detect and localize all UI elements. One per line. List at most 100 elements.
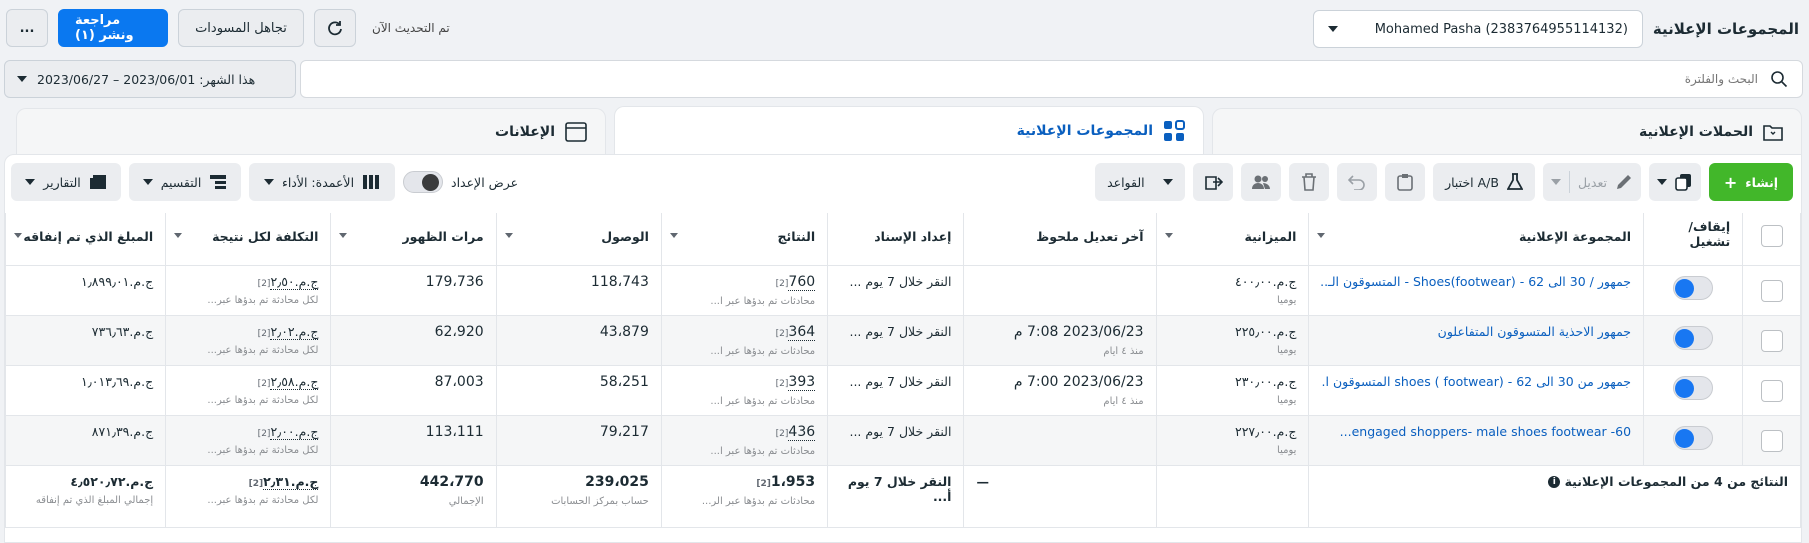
ad-set-toggle[interactable] [1673,325,1714,350]
cost-per-result-value[interactable]: ج.م.٢٫٠٠ [270,423,319,440]
date-range-picker[interactable]: هذا الشهر: 2023/06/01 – 2023/06/27 [4,60,296,98]
attribution-cell: النقر خلال 7 يوم ... [827,315,965,366]
cost-per-result-cell: ج.م.٢٫٥٨[2] لكل محادثة تم بدؤها عبر... [165,365,332,416]
audience-button[interactable] [1241,163,1282,201]
ad-sets-table: إيقاف/تشغيل المجموعة الإعلانية الميزانية… [4,213,1801,528]
row-toggle-cell [1643,315,1744,366]
delete-button[interactable] [1289,163,1330,201]
row-checkbox[interactable] [1760,329,1783,352]
ad-set-name-link[interactable]: جمهور / 30 الى 62 - Shoes(footwear) - ال… [1321,274,1631,289]
tab-campaigns[interactable]: الحملات الإعلانية [1212,108,1802,154]
header-results[interactable]: النتائج [660,213,829,266]
discard-drafts-button[interactable]: تجاهل المسودات [178,9,304,47]
date-range-label: هذا الشهر: 2023/06/01 – 2023/06/27 [37,71,256,87]
export-button[interactable] [1193,163,1234,201]
search-bar[interactable] [300,60,1803,98]
row-checkbox[interactable] [1760,279,1783,302]
table-row[interactable]: 60- engaged shoppers- male shoes footwea… [4,415,1801,466]
results-cell: 393[2] محادثات تم بدؤها عبر ا... [660,365,829,416]
cost-per-result-value[interactable]: ج.م.٢٫٥٨ [270,373,319,390]
info-icon[interactable]: i [1548,476,1561,488]
ad-set-toggle[interactable] [1673,425,1714,450]
header-label: المجموعة الإعلانية [1518,229,1632,244]
header-label: الوصول [601,229,649,244]
rules-dropdown[interactable]: القواعد [1095,163,1186,201]
create-button[interactable]: + إنشاء [1709,163,1793,201]
ab-test-button[interactable]: اختبار A/B [1433,163,1535,201]
header-cost-per-result[interactable]: التكلفة لكل نتيجة [165,213,332,266]
flask-icon [1506,173,1523,190]
cost-per-result-value[interactable]: ج.م.٢٫٠٢ [270,323,319,340]
header-ad-set[interactable]: المجموعة الإعلانية [1308,213,1645,266]
ad-set-name-link[interactable]: جمهور الاحذية المتسوقون المتفاعلون [1321,324,1631,339]
breakdown-dropdown[interactable]: التقسيم [129,163,241,201]
sort-icon [1164,233,1173,238]
results-value[interactable]: 436 [788,423,816,441]
impressions-cell: 87،003 [330,365,497,416]
refresh-button[interactable] [314,9,356,47]
totals-amount-spent: ج.م.٤٫٥٢٠٫٧٢ [70,473,154,489]
cost-per-result-value[interactable]: ج.م.٢٫٥٠ [270,273,319,290]
last-edit-ago: منذ ٤ أيام [1103,395,1144,407]
undo-button[interactable] [1337,163,1378,201]
footnote-badge: [2] [775,278,789,289]
sort-icon [504,233,513,238]
footnote-badge: [2] [775,328,789,339]
header-amount-spent[interactable]: المبلغ الذي تم إنفاقه [4,213,167,266]
results-value[interactable]: 364 [788,323,816,341]
ad-set-toggle[interactable] [1673,275,1714,300]
reach-value: 79،217 [599,423,649,440]
reports-icon [89,175,106,189]
header-budget[interactable]: الميزانية [1155,213,1310,266]
header-impressions[interactable]: مرات الظهور [330,213,497,266]
table-row[interactable]: جمهور / 30 الى 62 - Shoes(footwear) - ال… [4,265,1801,316]
cost-per-result-cell: ج.م.٢٫٠٠[2] لكل محادثة تم بدؤها عبر... [165,415,332,466]
totals-results-cell: 1،953[2] محادثات تم بدؤها عبر الر... [660,465,829,528]
review-publish-button[interactable]: مراجعة ونشر (١) [58,9,168,47]
row-toggle-cell [1643,365,1744,416]
results-type: محادثات تم بدؤها عبر ا... [710,295,816,307]
updated-status: تم التحديث الآن [372,21,450,35]
results-cell: 760[2] محادثات تم بدؤها عبر ا... [660,265,829,316]
table-row[interactable]: جمهور الاحذية المتسوقون المتفاعلون ج.م.٢… [4,315,1801,366]
table-row[interactable]: جمهور من 30 الى 62 - shoes ( footwear) ا… [4,365,1801,416]
header-label: التكلفة لكل نتيجة [212,229,319,244]
clipboard-button[interactable] [1385,163,1426,201]
ad-set-name-link[interactable]: جمهور من 30 الى 62 - shoes ( footwear) ا… [1321,374,1631,389]
impressions-cell: 62،920 [330,315,497,366]
row-checkbox[interactable] [1760,429,1783,452]
toolbar-view-options: التقارير التقسيم الأعمدة: الأداء عرض الإ… [11,163,518,201]
amount-spent-cell: ج.م.١٫٨٩٩٫٠١ [4,265,167,316]
header-reach[interactable]: الوصول [495,213,662,266]
setup-view-switch[interactable] [403,171,443,193]
header-last-edit[interactable]: آخر تعديل ملحوظ [963,213,1157,266]
budget-cell: ج.م.٢٢٧٫٠٠ يومياً [1155,415,1310,466]
tab-ads[interactable]: الإعلانات [16,108,606,154]
setup-view-toggle[interactable]: عرض الإعداد [403,171,518,193]
header-label: إيقاف/تشغيل [1688,219,1731,249]
breakdown-label: التقسيم [160,174,202,190]
select-all-checkbox[interactable] [1760,225,1783,247]
search-input[interactable] [315,72,1758,86]
reports-dropdown[interactable]: التقارير [11,163,121,201]
tab-ad-sets[interactable]: المجموعات الإعلانية [614,106,1204,154]
footnote-badge: [2] [257,278,271,289]
columns-dropdown[interactable]: الأعمدة: الأداء [249,163,395,201]
export-icon [1205,176,1224,190]
budget-cell: ج.م.٢٢٥٫٠٠ يومياً [1155,315,1310,366]
header-attribution[interactable]: إعداد الإسناد [827,213,965,266]
ad-set-toggle[interactable] [1673,375,1714,400]
ad-set-name-link[interactable]: 60- engaged shoppers- male shoes footwea… [1321,424,1631,439]
duplicate-button[interactable] [1649,163,1701,201]
toolbar-actions: + إنشاء تعديل اختبار A/B القواعد [1095,163,1793,201]
more-button[interactable]: ... [6,9,48,47]
row-checkbox[interactable] [1760,379,1783,402]
header-label: المبلغ الذي تم إنفاقه [23,229,154,244]
account-selector[interactable]: Mohamed Pasha (2383764955114132) [1312,10,1643,48]
edit-button[interactable]: تعديل [1542,163,1641,201]
totals-impressions-cell: 442،770 الإجمالي [330,465,497,528]
results-value[interactable]: 760 [788,273,816,291]
results-value[interactable]: 393 [788,373,816,391]
last-edit-value: 2023/06/23 7:00 م [1013,373,1144,390]
row-toggle-cell [1643,265,1744,316]
